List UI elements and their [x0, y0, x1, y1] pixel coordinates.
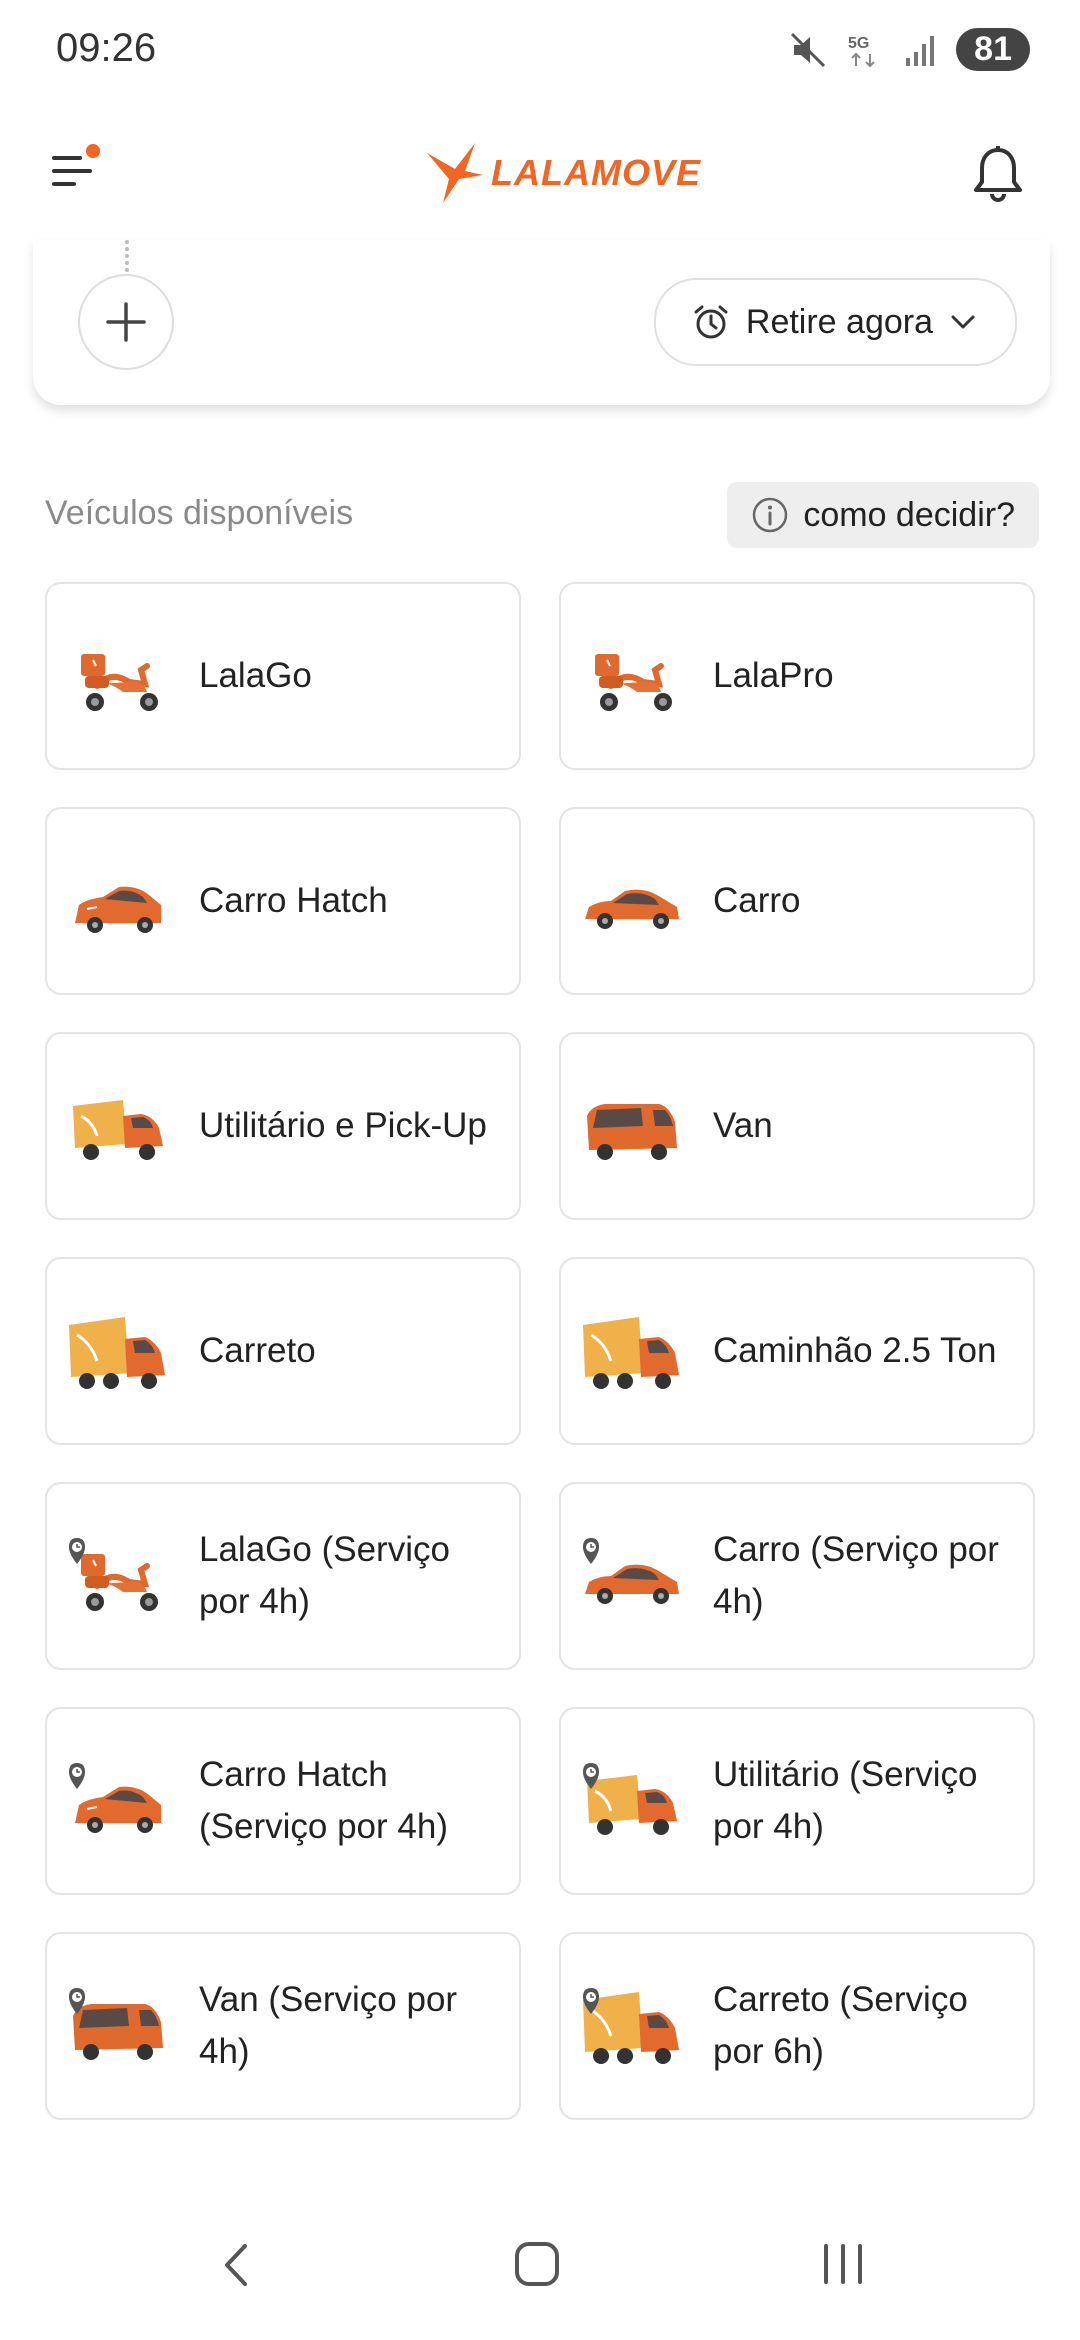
scooter-icon	[67, 626, 167, 726]
mute-icon	[791, 32, 826, 67]
vehicle-option-label: Utilitário (Serviço por 4h)	[713, 1755, 978, 1846]
chevron-down-icon	[951, 315, 975, 329]
vehicle-option-label: Carro Hatch (Serviço por 4h)	[199, 1755, 448, 1846]
vehicle-option-label: Carreto	[199, 1331, 316, 1370]
vehicle-option-label: Carro (Serviço por 4h)	[713, 1530, 999, 1621]
brand-name: LALAMOVE	[491, 152, 701, 193]
battery-icon: 81	[956, 28, 1030, 71]
pickup-time-label: Retire agora	[745, 302, 933, 341]
hatchback-car-icon	[67, 1751, 167, 1851]
info-icon	[753, 497, 788, 533]
signal-icon	[906, 35, 935, 66]
vehicle-option-label: Utilitário e Pick-Up	[199, 1106, 487, 1145]
box-truck-icon	[581, 1976, 681, 2076]
vehicle-option[interactable]: LalaGo (Serviço por 4h)	[45, 1482, 521, 1670]
how-to-decide-label: como decidir?	[803, 495, 1015, 534]
system-nav-bar	[0, 2210, 1080, 2340]
alarm-clock-icon	[694, 305, 728, 339]
add-stop-button[interactable]	[78, 274, 174, 370]
box-truck-icon	[67, 1301, 167, 1401]
vehicle-option[interactable]: Carro Hatch	[45, 807, 521, 995]
vehicle-option[interactable]: Caminhão 2.5 Ton	[559, 1257, 1035, 1445]
vehicle-option-label: Caminhão 2.5 Ton	[713, 1331, 997, 1370]
hatchback-car-icon	[67, 851, 167, 951]
vehicle-option[interactable]: Carro	[559, 807, 1035, 995]
van-icon	[581, 1076, 681, 1176]
status-time: 09:26	[56, 26, 157, 70]
add-icon	[106, 302, 146, 342]
utility-truck-icon	[67, 1076, 167, 1176]
recent-apps-icon[interactable]	[818, 2240, 868, 2288]
scooter-icon	[67, 1526, 167, 1626]
box-truck-icon	[581, 1301, 681, 1401]
vehicle-option[interactable]: Carreto (Serviço por 6h)	[559, 1932, 1035, 2120]
vehicle-option[interactable]: LalaPro	[559, 582, 1035, 770]
5g-icon: 5G	[848, 35, 875, 67]
status-bar: 09:26 5G 81	[0, 0, 1080, 100]
vehicle-option-label: LalaGo (Serviço por 4h)	[199, 1530, 450, 1621]
how-to-decide-button[interactable]: como decidir?	[727, 482, 1039, 548]
vehicle-option[interactable]: Van (Serviço por 4h)	[45, 1932, 521, 2120]
vehicle-option-label: LalaPro	[713, 656, 834, 695]
vehicle-option-label: Carro	[713, 881, 801, 920]
vehicle-option-label: Carro Hatch	[199, 881, 388, 920]
sedan-car-icon	[581, 851, 681, 951]
lalamove-logo: LALAMOVE	[425, 138, 701, 208]
home-icon[interactable]	[513, 2240, 561, 2288]
vehicle-option[interactable]: Van	[559, 1032, 1035, 1220]
vehicle-option-label: LalaGo	[199, 656, 312, 695]
van-icon	[67, 1976, 167, 2076]
vehicle-option-label: Carreto (Serviço por 6h)	[713, 1980, 968, 2071]
vehicle-option-label: Van	[713, 1106, 773, 1145]
vehicle-option[interactable]: Carro Hatch (Serviço por 4h)	[45, 1707, 521, 1895]
notification-bell-icon[interactable]	[970, 144, 1026, 204]
menu-notification-dot	[86, 144, 100, 158]
status-icons: 5G 81	[788, 28, 1030, 71]
order-card: Retire agora	[33, 240, 1050, 405]
vehicle-option[interactable]: Carreto	[45, 1257, 521, 1445]
back-icon[interactable]	[215, 2240, 255, 2290]
route-connector	[125, 240, 129, 272]
sedan-car-icon	[581, 1526, 681, 1626]
svg-text:5G: 5G	[848, 35, 869, 52]
vehicle-option[interactable]: Utilitário (Serviço por 4h)	[559, 1707, 1035, 1895]
app-header: LALAMOVE	[0, 100, 1080, 240]
vehicle-option[interactable]: Carro (Serviço por 4h)	[559, 1482, 1035, 1670]
pickup-time-button[interactable]: Retire agora	[653, 278, 1017, 366]
vehicle-option[interactable]: Utilitário e Pick-Up	[45, 1032, 521, 1220]
utility-truck-icon	[581, 1751, 681, 1851]
lalamove-bird-icon	[427, 143, 483, 203]
vehicle-option-label: Van (Serviço por 4h)	[199, 1980, 458, 2071]
scooter-icon	[581, 626, 681, 726]
section-title: Veículos disponíveis	[45, 494, 354, 532]
vehicle-option[interactable]: LalaGo	[45, 582, 521, 770]
